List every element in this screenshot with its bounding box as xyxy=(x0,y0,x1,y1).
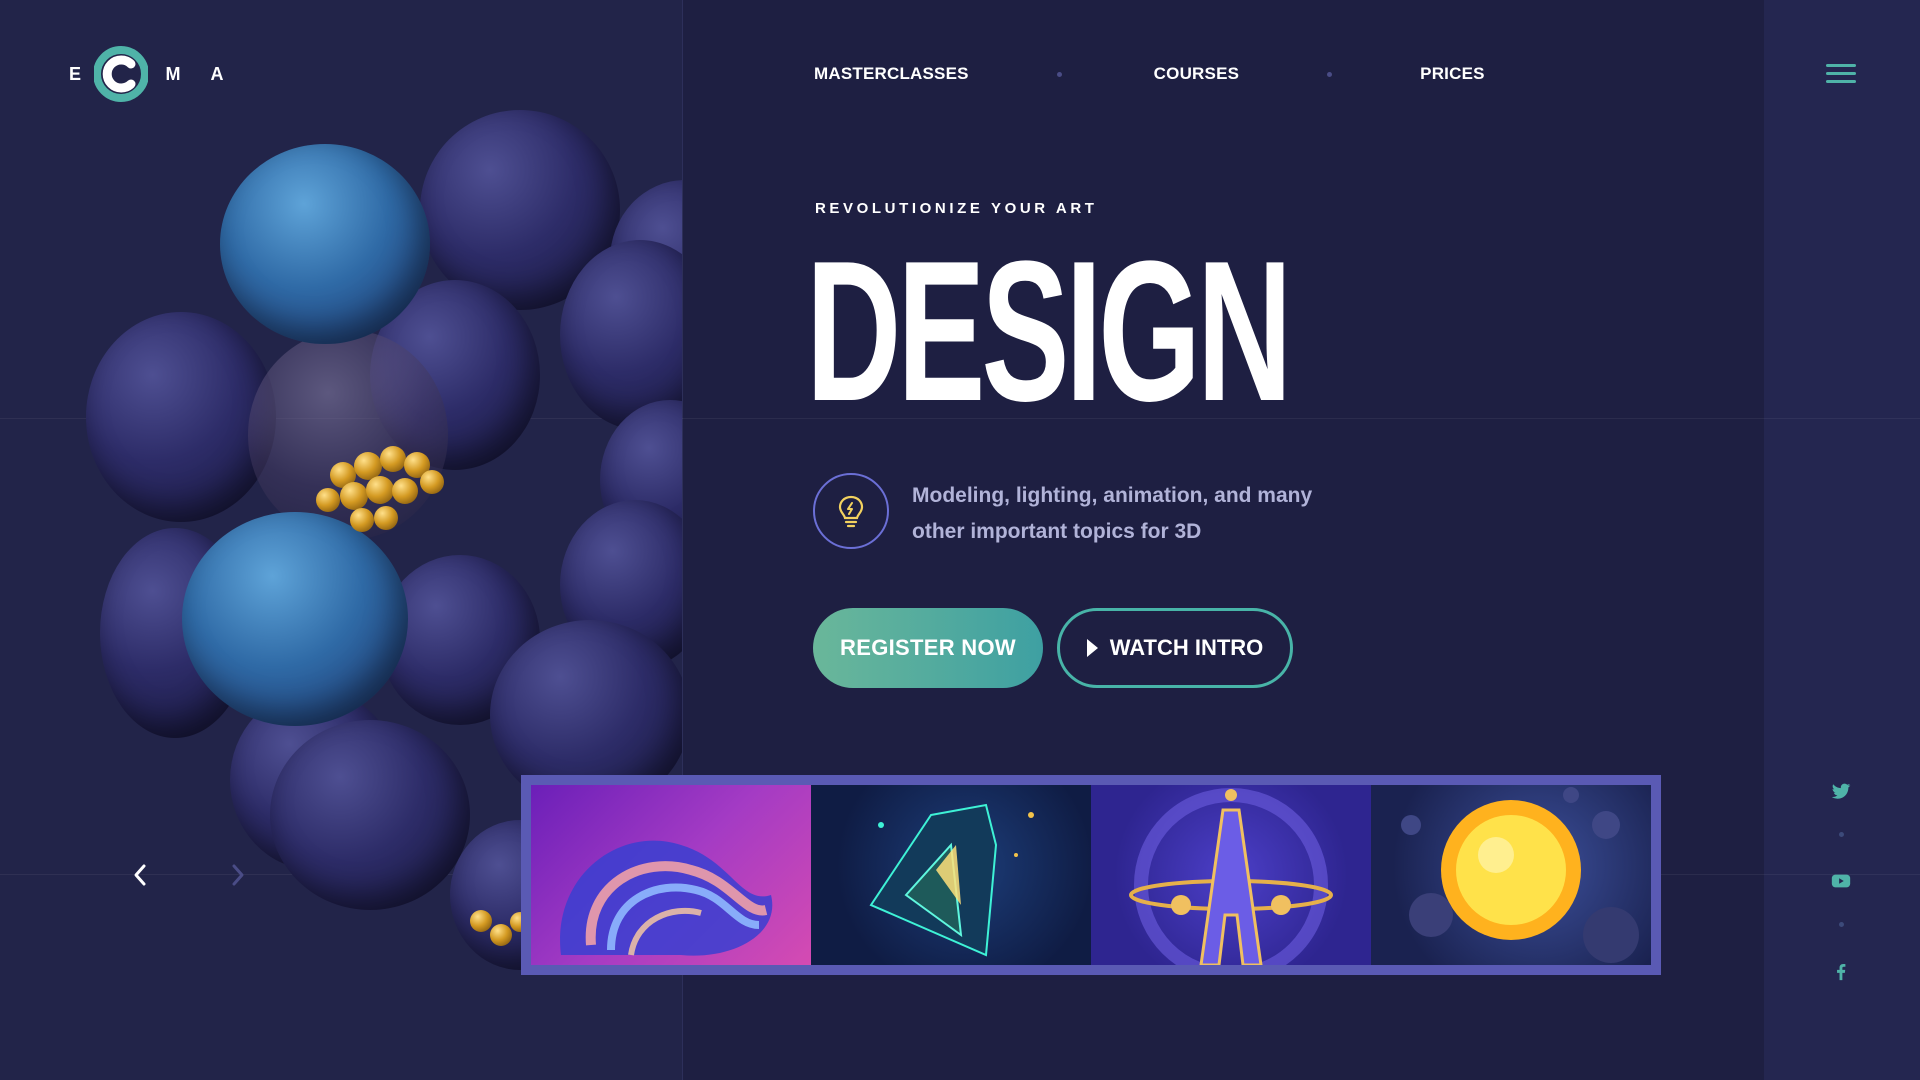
facebook-icon[interactable] xyxy=(1830,960,1852,982)
social-separator xyxy=(1839,922,1844,927)
lightbulb-icon xyxy=(813,473,889,549)
brand-logo[interactable]: E M A xyxy=(60,46,232,102)
logo-letter: E xyxy=(68,63,81,84)
gallery-thumb-abstract-ribbon[interactable] xyxy=(531,785,811,965)
watch-intro-button[interactable]: WATCH INTRO xyxy=(1057,608,1293,688)
chevron-right-icon[interactable] xyxy=(226,860,250,890)
nav-item-courses[interactable]: COURSES xyxy=(1154,64,1239,84)
play-icon xyxy=(1086,639,1098,657)
hero-title: DESIGN xyxy=(806,220,1292,443)
logo-letter: A xyxy=(210,63,224,84)
logo-letter: M xyxy=(165,63,181,84)
gallery-thumb-letter-a-sculpture[interactable] xyxy=(1091,785,1371,965)
gallery-thumb-neon-crystal[interactable] xyxy=(811,785,1091,965)
right-panel xyxy=(1764,0,1920,1080)
nav-item-masterclasses[interactable]: MASTERCLASSES xyxy=(814,64,969,84)
hero-eyebrow: REVOLUTIONIZE YOUR ART xyxy=(815,200,1098,217)
nav-item-prices[interactable]: PRICES xyxy=(1420,64,1485,84)
social-separator xyxy=(1839,832,1844,837)
register-now-label: REGISTER NOW xyxy=(840,635,1016,660)
thumbnail-gallery xyxy=(521,775,1661,975)
hero-description: Modeling, lighting, animation, and many … xyxy=(912,484,1313,543)
nav-separator xyxy=(1327,71,1333,77)
watch-intro-label: WATCH INTRO xyxy=(1109,635,1264,660)
register-now-button[interactable]: REGISTER NOW xyxy=(813,608,1043,688)
logo-mark-icon xyxy=(93,46,149,102)
twitter-icon[interactable] xyxy=(1830,780,1852,802)
nav-separator xyxy=(1056,71,1062,77)
gallery-thumb-glowing-sphere[interactable] xyxy=(1371,785,1651,965)
main-nav: MASTERCLASSES COURSES PRICES xyxy=(814,62,1485,86)
menu-icon[interactable] xyxy=(1826,64,1856,84)
chevron-left-icon[interactable] xyxy=(128,860,152,890)
youtube-icon[interactable] xyxy=(1830,870,1852,892)
